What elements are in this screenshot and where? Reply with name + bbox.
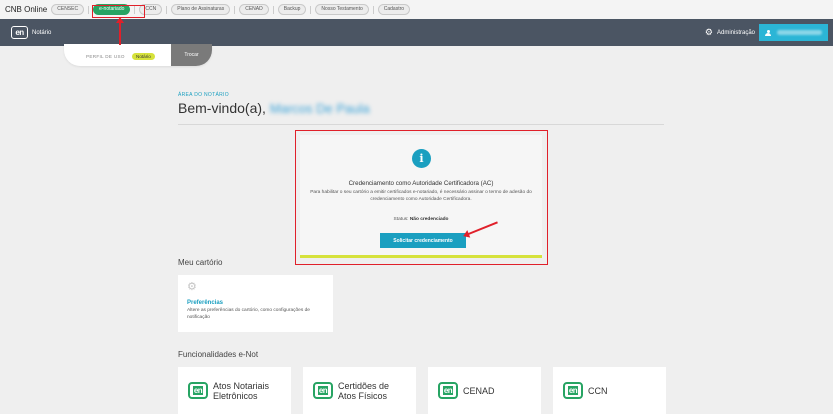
admin-label: Administração	[716, 29, 755, 36]
credenciamento-card: i Credenciamento como Autoridade Certifi…	[300, 135, 542, 258]
funcionalidades-title: Funcionalidades e-Not	[178, 350, 259, 359]
preferences-title[interactable]: Preferências	[187, 300, 223, 306]
preferences-card[interactable]: ⚙ Preferências Altere as preferências do…	[178, 275, 333, 332]
profile-badge: Notário	[132, 52, 155, 60]
profile-label: PERFIL DE USO	[86, 54, 125, 59]
admin-menu[interactable]: ⚙ Administração	[705, 19, 755, 46]
func-card-atos-notariais[interactable]: en Atos Notariais Eletrônicos	[178, 367, 291, 414]
status-line: Status: Não credenciado	[300, 217, 542, 222]
en-logo-icon: en	[563, 382, 583, 399]
area-label: ÁREA DO NOTÁRIO	[178, 92, 229, 98]
solicitar-credenciamento-button[interactable]: Solicitar credenciamento	[380, 233, 466, 248]
user-menu-button[interactable]	[759, 24, 828, 41]
status-label: Status:	[393, 217, 409, 222]
annotation-arrow-tab	[116, 17, 124, 45]
user-name-blurred	[777, 30, 822, 35]
info-icon: i	[412, 149, 431, 168]
func-label: Certidões de Atos Físicos	[338, 380, 390, 401]
preferences-description: Altere as preferências do cartório, como…	[187, 308, 310, 320]
en-logo-icon: en	[188, 382, 208, 399]
tab-separator	[166, 5, 168, 14]
tab-cadastro[interactable]: Cadastro	[377, 4, 411, 15]
tab-backup[interactable]: Backup	[277, 4, 307, 15]
tab-separator	[234, 5, 236, 14]
app-logo[interactable]: en	[11, 26, 28, 39]
status-value: Não credenciado	[409, 217, 449, 222]
gear-icon: ⚙	[187, 281, 197, 293]
en-logo-icon: en	[438, 382, 458, 399]
tab-censec[interactable]: CENSEC	[51, 4, 85, 15]
tab-separator	[310, 5, 312, 14]
func-card-ccn[interactable]: en CCN	[553, 367, 666, 414]
divider	[178, 124, 664, 125]
func-card-cenad[interactable]: en CENAD	[428, 367, 541, 414]
profile-switcher: PERFIL DE USO Notário Trocar	[64, 44, 212, 66]
welcome-user-name: Marcos De Paula	[269, 101, 370, 116]
tab-separator	[372, 5, 374, 14]
gear-icon: ⚙	[704, 27, 713, 37]
func-label: CENAD	[463, 385, 495, 396]
tab-cenad[interactable]: CENAD	[239, 4, 269, 15]
app-name: Notário	[32, 29, 52, 36]
en-logo-icon: en	[313, 382, 333, 399]
user-icon	[765, 29, 771, 36]
func-label: CCN	[588, 385, 608, 396]
meu-cartorio-title: Meu cartório	[178, 258, 223, 267]
greeting-text: Bem-vindo(a),	[178, 100, 266, 116]
tab-nosso-testamento[interactable]: Nosso Testamento	[315, 4, 369, 15]
card-title: Credenciamento como Autoridade Certifica…	[348, 180, 494, 187]
tab-separator	[272, 5, 274, 14]
annotation-highlight-card: i Credenciamento como Autoridade Certifi…	[295, 130, 548, 265]
func-card-certidoes[interactable]: en Certidões de Atos Físicos	[303, 367, 416, 414]
card-description: Para habilitar o seu cartório a emitir c…	[310, 190, 532, 202]
welcome-heading: Bem-vindo(a), Marcos De Paula	[178, 100, 370, 116]
switch-profile-button[interactable]: Trocar	[171, 44, 212, 66]
tab-separator	[88, 5, 90, 14]
tab-plano-assinaturas[interactable]: Plano de Assinaturas	[171, 4, 231, 15]
brand-label: CNB Online	[5, 5, 48, 14]
func-label: Atos Notariais Eletrônicos	[213, 380, 270, 401]
app-header: en Notário ⚙ Administração	[0, 19, 833, 46]
